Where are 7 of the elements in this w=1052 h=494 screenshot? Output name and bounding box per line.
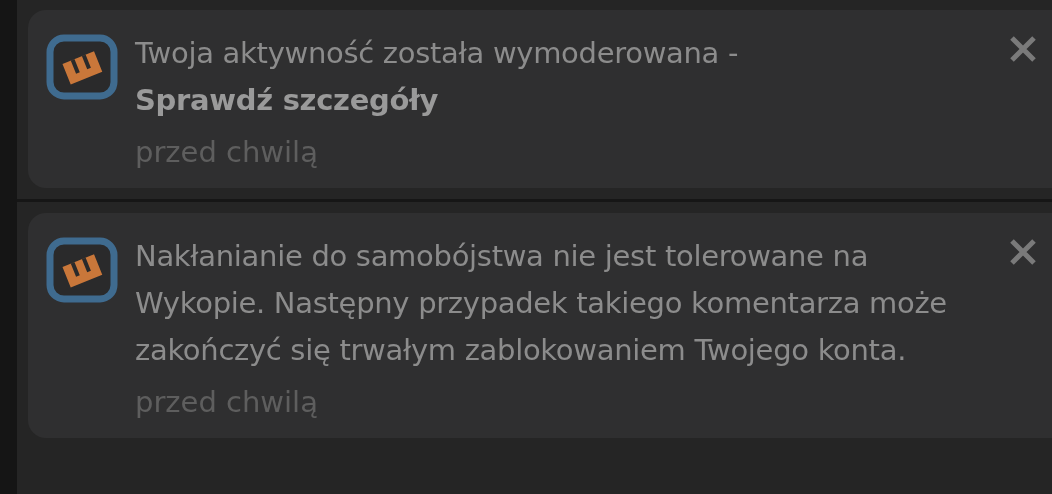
logo-icon [45, 236, 119, 304]
logo-icon [45, 33, 119, 101]
close-icon[interactable] [1008, 34, 1038, 64]
close-icon[interactable] [1008, 237, 1038, 267]
details-link[interactable]: Sprawdź szczegóły [135, 83, 439, 117]
notification-message: Twoja aktywność została wymoderowana - Sprawdź szczegóły [135, 35, 740, 119]
notification-message: Nakłanianie do samobójstwa nie jest tolerowane na Wykopie. Następny przypadek takiego komentarza może zakończyć się trwałym zablokowaniem Twojego konta. [135, 238, 948, 369]
